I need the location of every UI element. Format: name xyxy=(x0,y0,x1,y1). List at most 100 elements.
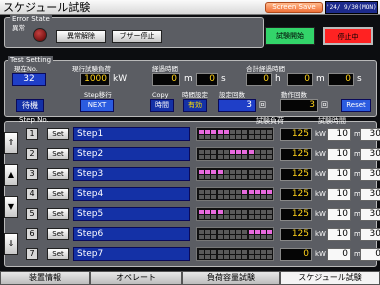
step-load-value[interactable]: 125 xyxy=(280,228,312,241)
load-bar-segment xyxy=(211,230,217,234)
screen-save-button[interactable]: Screen Save xyxy=(265,2,323,13)
step-load-unit: kW xyxy=(315,130,326,138)
load-bar-segment xyxy=(217,235,223,239)
scroll-bottom-button[interactable]: ⇓ xyxy=(4,233,18,255)
start-test-button[interactable]: 試験開始 xyxy=(265,27,315,45)
step-time-m[interactable]: 10 xyxy=(327,228,351,241)
standby-button[interactable]: 待機 xyxy=(16,99,44,112)
copy-time-button[interactable]: 時間 xyxy=(150,99,174,112)
step-set-button[interactable]: Set xyxy=(47,228,69,240)
load-bar-segment xyxy=(242,210,248,214)
step-set-button[interactable]: Set xyxy=(47,128,69,140)
tab-device-info[interactable]: 装置情報 xyxy=(0,271,90,285)
step-set-button[interactable]: Set xyxy=(47,168,69,180)
step-time-m[interactable]: 10 xyxy=(327,188,351,201)
step-name-field[interactable]: Step5 xyxy=(73,207,190,221)
step-set-button[interactable]: Set xyxy=(47,208,69,220)
load-bar-segment xyxy=(217,130,223,134)
load-bar-segment xyxy=(230,130,235,134)
load-bar-segment xyxy=(230,235,235,239)
load-bar-segment xyxy=(236,210,242,214)
error-reset-button[interactable]: 異常解除 xyxy=(56,30,106,43)
load-bar-segment xyxy=(199,175,204,179)
step-number: 1 xyxy=(26,128,38,140)
step-name-field[interactable]: Step6 xyxy=(73,227,190,241)
step-set-button[interactable]: Set xyxy=(47,148,69,160)
tab-operate[interactable]: オペレート xyxy=(90,271,182,285)
scroll-up-button[interactable]: ▲ xyxy=(4,164,18,186)
load-bar-segment xyxy=(261,170,266,174)
buzzer-stop-button[interactable]: ブザー停止 xyxy=(112,30,162,43)
step-time-s[interactable]: 30 xyxy=(360,168,380,181)
load-bar-segment xyxy=(223,210,229,214)
step-time-m[interactable]: 10 xyxy=(327,168,351,181)
step-time-s[interactable]: 30 xyxy=(360,188,380,201)
step-load-bar xyxy=(196,227,274,241)
step-time-s[interactable]: 30 xyxy=(360,128,380,141)
step-time-s[interactable]: 30 xyxy=(360,208,380,221)
scroll-down-button[interactable]: ▼ xyxy=(4,196,18,218)
step-load-value[interactable]: 125 xyxy=(280,188,312,201)
tab-schedule-test[interactable]: スケジュール試験 xyxy=(280,271,380,285)
load-bar-segment xyxy=(248,175,254,179)
load-bar-segment xyxy=(211,135,217,139)
elapsed-s-value: 0 xyxy=(196,73,218,86)
load-bar-segment xyxy=(248,250,254,254)
load-bar-segment xyxy=(248,190,254,194)
step-load-value[interactable]: 125 xyxy=(280,148,312,161)
time-enable-button[interactable]: 有効 xyxy=(183,99,207,112)
step-time-m[interactable]: 0 xyxy=(327,248,351,261)
load-bar-segment xyxy=(199,255,204,259)
load-bar-segment xyxy=(261,250,266,254)
step-time-s[interactable]: 30 xyxy=(360,148,380,161)
load-bar-segment xyxy=(267,235,273,239)
step-time-s[interactable]: 0 xyxy=(360,248,380,261)
step-name-field[interactable]: Step1 xyxy=(73,127,190,141)
load-bar-segment xyxy=(267,135,273,139)
step-load-value[interactable]: 125 xyxy=(280,168,312,181)
load-bar-segment xyxy=(230,190,235,194)
set-count-value[interactable]: 3 xyxy=(218,99,256,112)
load-bar-segment xyxy=(236,235,242,239)
load-bar-segment xyxy=(242,255,248,259)
load-bar-segment xyxy=(254,250,260,254)
step-name-field[interactable]: Step3 xyxy=(73,167,190,181)
load-bar-segment xyxy=(236,155,242,159)
step-name-field[interactable]: Step2 xyxy=(73,147,190,161)
scroll-top-button[interactable]: ⇑ xyxy=(4,132,18,154)
load-bar-segment xyxy=(254,190,260,194)
load-bar-segment xyxy=(230,215,235,219)
step-set-button[interactable]: Set xyxy=(47,188,69,200)
load-bar-segment xyxy=(248,235,254,239)
step-time-m[interactable]: 10 xyxy=(327,148,351,161)
load-bar-segment xyxy=(211,255,217,259)
reset-button[interactable]: Reset xyxy=(341,99,371,112)
step-load-value[interactable]: 0 xyxy=(280,248,312,261)
load-bar-segment xyxy=(267,230,273,234)
step-name-field[interactable]: Step7 xyxy=(73,247,190,261)
load-bar-segment xyxy=(211,175,217,179)
step-time-s[interactable]: 30 xyxy=(360,228,380,241)
elapsed-s-unit: s xyxy=(221,74,226,84)
stop-button[interactable]: 停止中 xyxy=(323,27,373,45)
step-set-button[interactable]: Set xyxy=(47,248,69,260)
step-time-m[interactable]: 10 xyxy=(327,128,351,141)
step-time-m[interactable]: 10 xyxy=(327,208,351,221)
load-bar-segment xyxy=(242,250,248,254)
step-load-value[interactable]: 125 xyxy=(280,128,312,141)
load-bar-segment xyxy=(211,250,217,254)
load-bar-segment xyxy=(261,235,266,239)
load-bar-segment xyxy=(217,150,223,154)
step-load-value[interactable]: 125 xyxy=(280,208,312,221)
step-name-field[interactable]: Step4 xyxy=(73,187,190,201)
next-button[interactable]: NEXT xyxy=(80,99,114,112)
step-load-bar xyxy=(196,127,274,141)
load-bar-segment xyxy=(217,190,223,194)
load-bar-segment xyxy=(261,210,266,214)
load-bar-segment xyxy=(199,130,204,134)
step-no-header: Step No. xyxy=(19,116,49,124)
load-bar-segment xyxy=(254,175,260,179)
load-bar-segment xyxy=(242,155,248,159)
load-bar-segment xyxy=(267,215,273,219)
tab-load-capacity-test[interactable]: 負荷容量試験 xyxy=(182,271,280,285)
